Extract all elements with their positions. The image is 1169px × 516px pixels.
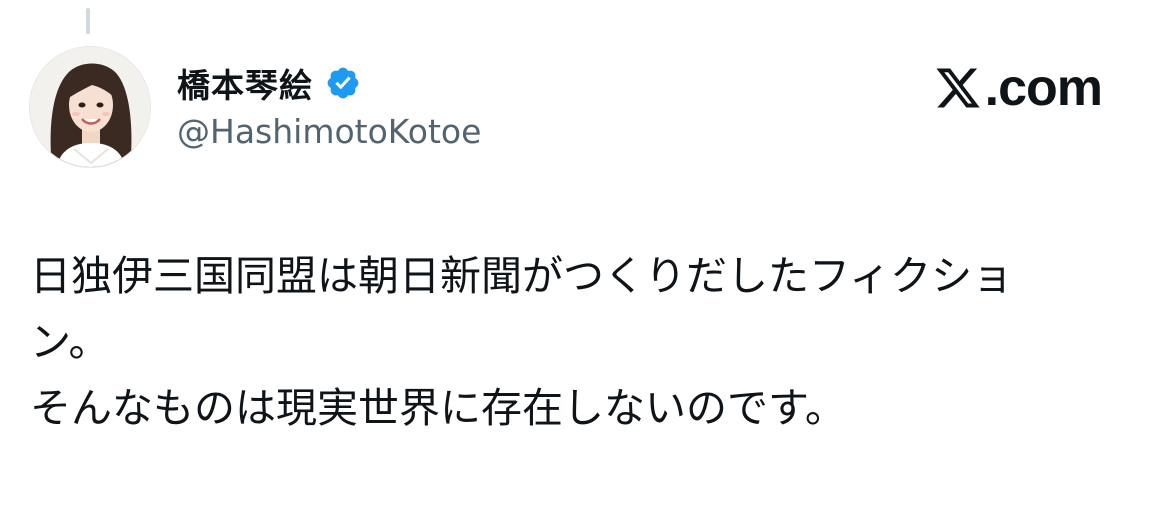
author-handle[interactable]: @HashimotoKotoe: [177, 112, 481, 151]
profile-photo-icon: [30, 47, 150, 167]
tweet-text-line: ン。: [30, 318, 110, 366]
tweet-text-line: そんなものは現実世界に存在しないのです。: [30, 384, 846, 432]
tweet-text-line: 日独伊三国同盟は朝日新聞がつくりだしたフィクショ: [30, 252, 1014, 300]
display-name[interactable]: 橋本琴絵: [177, 59, 313, 107]
avatar[interactable]: [29, 46, 151, 168]
author-name-row[interactable]: 橋本琴絵: [177, 58, 361, 108]
thread-connector-line: [86, 8, 90, 34]
tweet-text: 日独伊三国同盟は朝日新聞がつくりだしたフィクショ ン。 そんなものは現実世界に存…: [30, 243, 1110, 441]
x-com-brand: .com: [933, 58, 1103, 118]
brand-domain-text: .com: [984, 59, 1103, 117]
verified-badge-icon: [327, 67, 359, 99]
x-logo-icon: [936, 68, 980, 108]
